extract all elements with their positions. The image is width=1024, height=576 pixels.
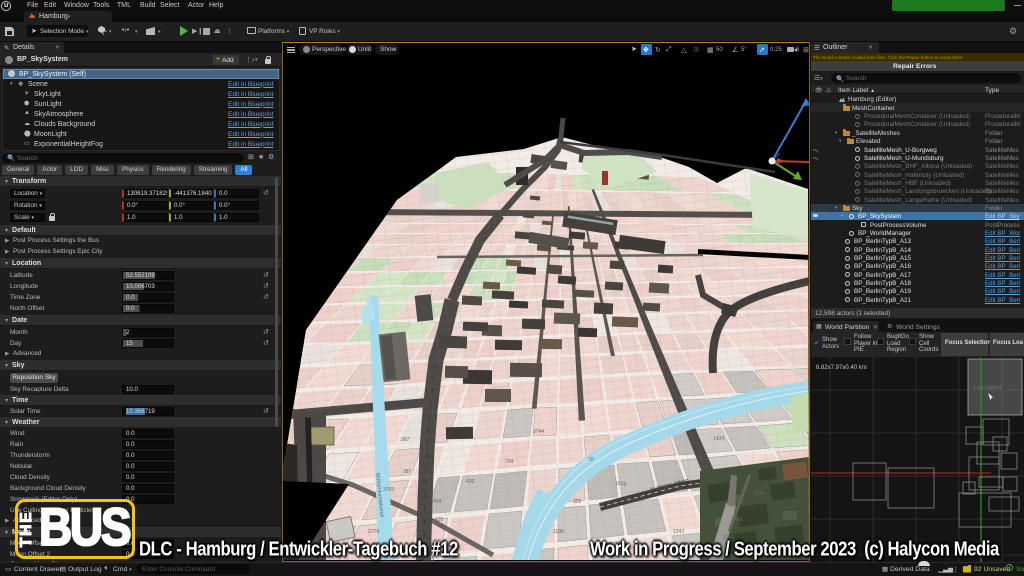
- svg-text:1247: 1247: [673, 529, 684, 535]
- svg-text:1188: 1188: [553, 529, 564, 535]
- svg-text:704: 704: [505, 459, 514, 465]
- svg-text:70: 70: [588, 457, 594, 463]
- svg-text:161g: 161g: [615, 481, 626, 487]
- svg-text:436: 436: [466, 479, 475, 485]
- svg-text:434: 434: [433, 499, 442, 505]
- svg-text:3793: 3793: [383, 487, 394, 493]
- svg-text:1244: 1244: [753, 491, 764, 497]
- svg-text:1434: 1434: [713, 436, 724, 442]
- svg-text:435: 435: [435, 517, 444, 523]
- svg-text:367: 367: [401, 437, 410, 443]
- svg-text:2779: 2779: [368, 529, 379, 535]
- svg-text:387: 387: [403, 469, 412, 475]
- svg-text:Last Clicked: Last Clicked: [974, 385, 1001, 391]
- svg-text:3744: 3744: [533, 429, 544, 435]
- svg-text:329: 329: [573, 499, 582, 505]
- svg-text:1243: 1243: [731, 517, 742, 523]
